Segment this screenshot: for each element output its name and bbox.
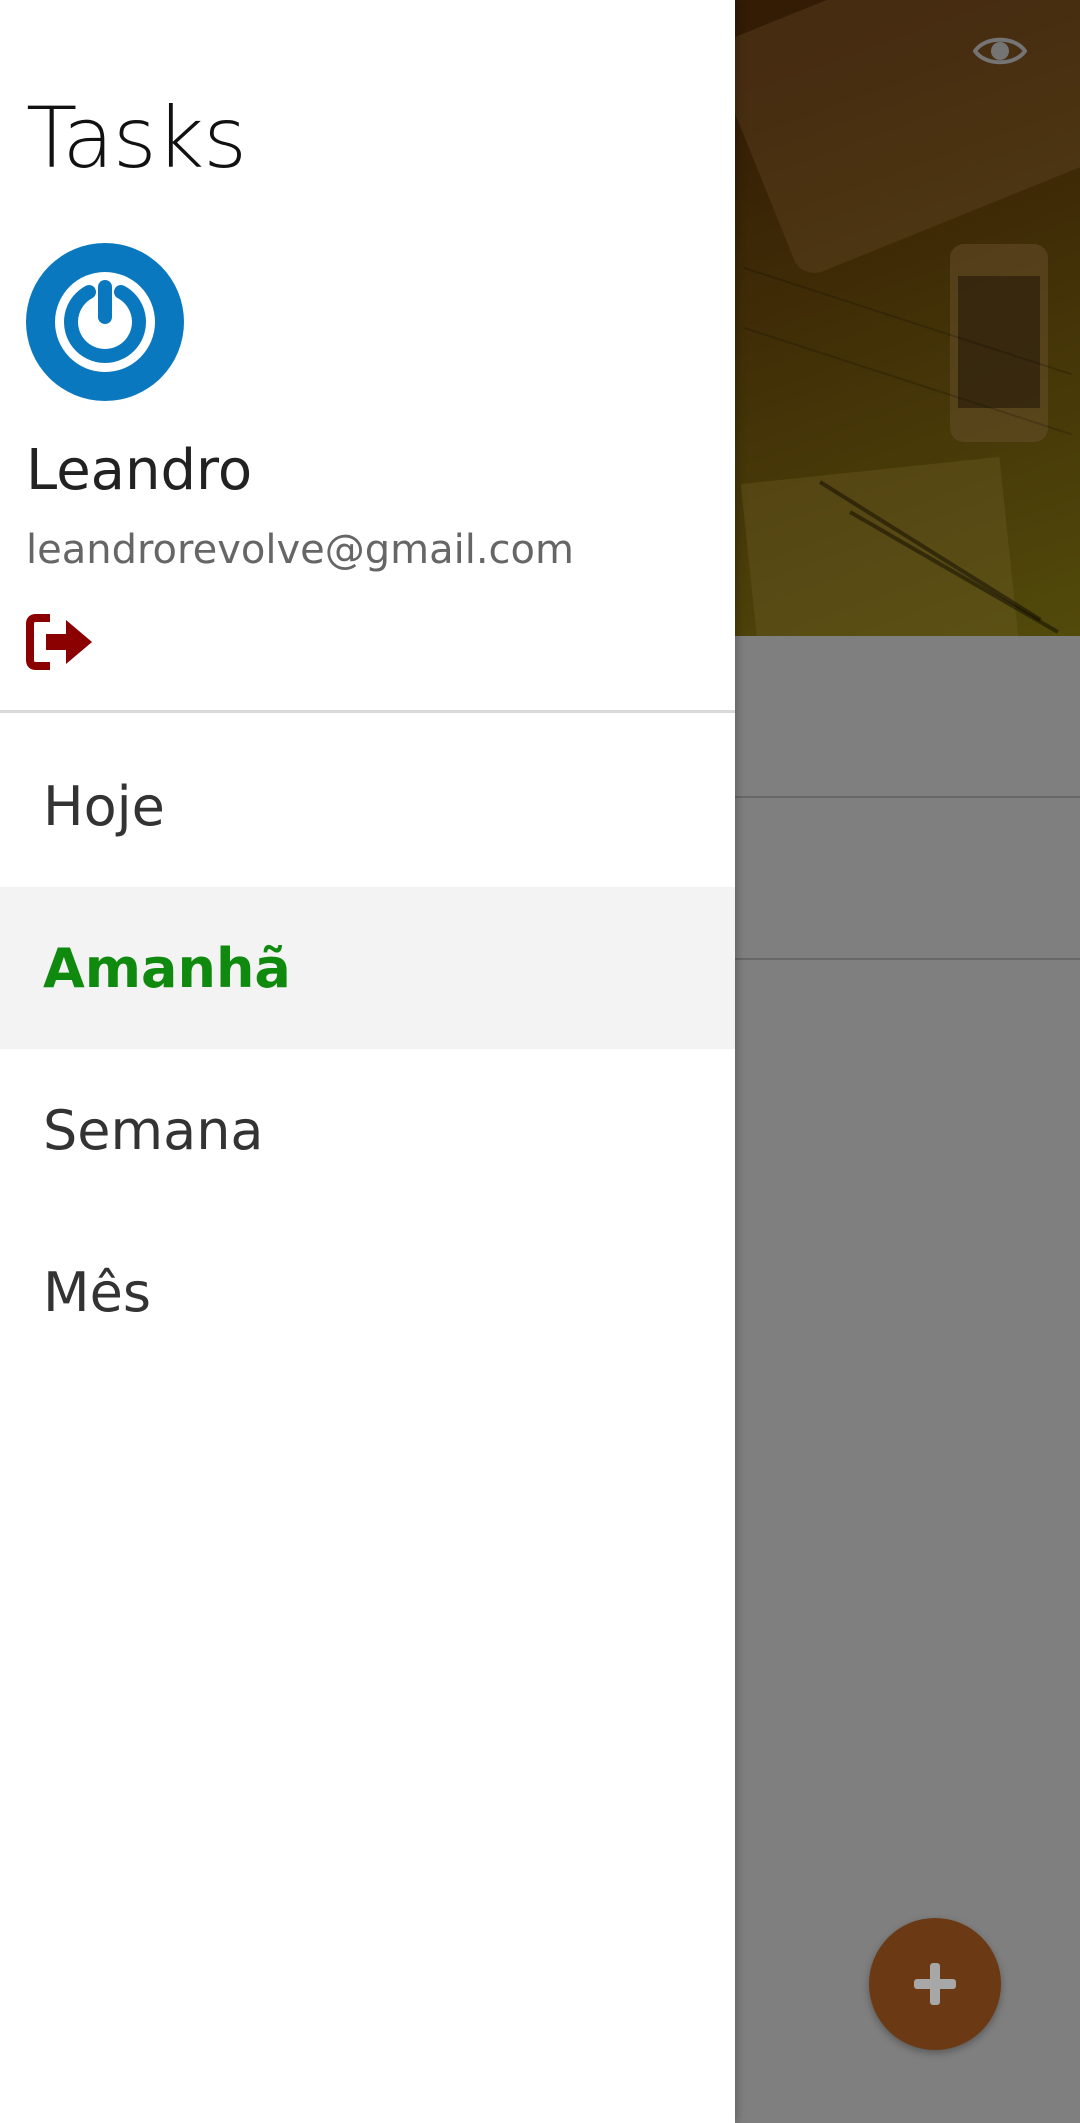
menu-item-mes[interactable]: Mês	[0, 1211, 735, 1373]
menu-item-hoje[interactable]: Hoje	[0, 725, 735, 887]
avatar[interactable]	[26, 243, 184, 401]
power-logo-icon	[55, 272, 155, 372]
menu-item-label: Mês	[43, 1260, 151, 1324]
menu-item-label: Hoje	[43, 774, 165, 838]
add-task-button[interactable]	[869, 1918, 1001, 2050]
menu-item-label: Semana	[43, 1098, 264, 1162]
logout-icon[interactable]	[24, 612, 96, 672]
drawer-header: Tasks Leandro leandrorevolve@gmail.com	[0, 0, 735, 713]
user-name: Leandro	[26, 438, 253, 503]
navigation-drawer: Tasks Leandro leandrorevolve@gmail.com H…	[0, 0, 735, 2123]
menu-item-amanha[interactable]: Amanhã	[0, 887, 735, 1049]
menu-item-semana[interactable]: Semana	[0, 1049, 735, 1211]
menu-item-label: Amanhã	[43, 936, 291, 1000]
user-email: leandrorevolve@gmail.com	[26, 527, 574, 573]
plus-icon	[914, 1963, 956, 2005]
app-title: Tasks	[26, 89, 247, 187]
drawer-menu: Hoje Amanhã Semana Mês	[0, 725, 735, 1373]
